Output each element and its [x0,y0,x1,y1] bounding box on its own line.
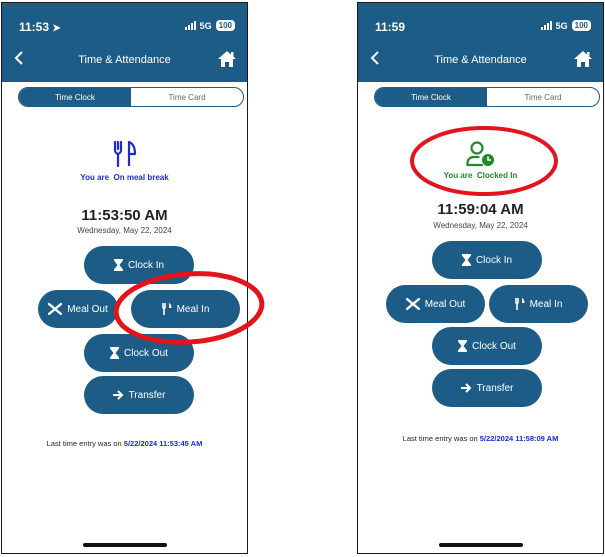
current-time: 11:59:04 AM [437,201,524,218]
current-date: Wednesday, May 22, 2024 [433,221,528,230]
status-indicators: 5G 100 [184,20,235,31]
hourglass-icon [458,340,468,352]
last-entry-timestamp: 5/22/2024 11:53:45 AM [123,439,203,448]
home-button[interactable] [217,50,237,68]
arrow-right-icon [112,390,123,400]
transfer-button[interactable]: Transfer [84,376,194,414]
last-entry-text: Last time entry was on 5/22/2024 11:53:4… [46,439,203,448]
tab-time-card[interactable]: Time Card [131,88,243,106]
home-indicator [82,543,167,547]
clock-out-button[interactable]: Clock Out [432,327,542,365]
user-clock-icon [465,141,494,167]
tab-time-clock[interactable]: Time Clock [19,88,131,106]
utensils-crossed-icon [405,298,420,310]
status-message: You are On meal break [80,173,169,182]
clock-out-button[interactable]: Clock Out [84,334,194,372]
current-time: 11:53:50 AM [81,207,168,224]
last-entry-timestamp: 5/22/2024 11:58:09 AM [479,434,559,443]
clock-in-button[interactable]: Clock In [84,246,194,284]
transfer-button[interactable]: Transfer [432,369,542,407]
app-header: 11:53 ➤ 5G 100 Time & Attendance [2,3,247,82]
status-time: 11:59 [375,20,406,34]
home-button[interactable] [573,50,593,68]
fork-knife-icon [113,140,136,168]
network-label: 5G [555,20,568,31]
tab-bar: Time Clock Time Card [18,87,244,107]
meal-in-button[interactable]: Meal In [489,285,588,323]
status-indicators: 5G 100 [540,20,591,31]
network-label: 5G [199,20,212,31]
clock-in-button[interactable]: Clock In [432,241,542,279]
header-title: Time & Attendance [434,54,527,66]
hourglass-icon [113,259,123,271]
hourglass-icon [110,347,120,359]
meal-out-button[interactable]: Meal Out [386,285,485,323]
battery-icon: 100 [215,20,235,31]
fork-knife-icon [161,303,172,315]
signal-icon [540,21,552,30]
current-date: Wednesday, May 22, 2024 [77,226,172,235]
phone-screen-clocked-in: 11:59 5G 100 Time & Attendance Time Cloc… [357,2,604,554]
arrow-right-icon [460,383,471,393]
home-icon [574,51,592,67]
utensils-crossed-icon [48,303,63,315]
status-time: 11:53 ➤ [19,20,61,34]
meal-in-button[interactable]: Meal In [131,290,240,328]
tab-time-clock[interactable]: Time Clock [375,88,487,106]
fork-knife-icon [514,298,525,310]
status-message: You are Clocked In [443,171,518,180]
tab-time-card[interactable]: Time Card [487,88,599,106]
location-arrow-icon: ➤ [52,23,61,34]
phone-screen-meal-break: 11:53 ➤ 5G 100 Time & Attendance Time Cl… [1,2,248,554]
meal-out-button[interactable]: Meal Out [38,290,118,328]
last-entry-text: Last time entry was on 5/22/2024 11:58:0… [402,434,559,443]
tab-bar: Time Clock Time Card [374,87,600,107]
hourglass-icon [461,254,471,266]
signal-icon [184,21,196,30]
battery-icon: 100 [571,20,591,31]
home-indicator [438,543,523,547]
app-header: 11:59 5G 100 Time & Attendance [358,3,603,82]
home-icon [218,51,236,67]
header-title: Time & Attendance [78,54,171,66]
